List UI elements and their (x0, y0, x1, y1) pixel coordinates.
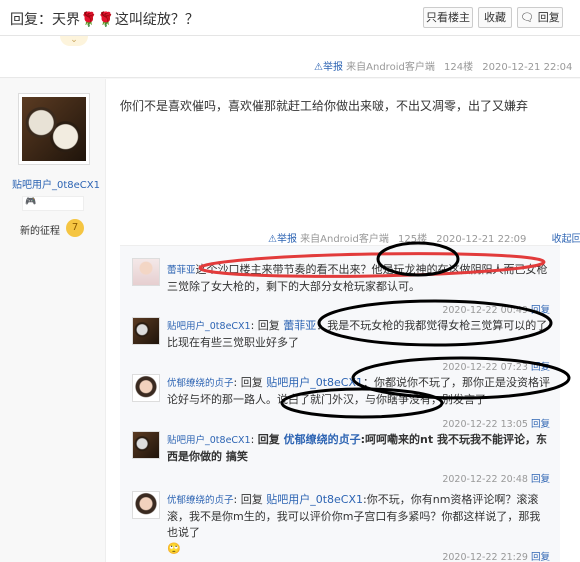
reply-prefix: 回复 (257, 433, 280, 446)
user-badge: 🎮 (22, 196, 84, 211)
reply-link[interactable]: 回复 (531, 305, 550, 316)
coffee-avatar-image (22, 97, 86, 161)
author-panel: 贴吧用户_0t8eCX1 🎮 新的征程 7 (0, 79, 106, 562)
source-label: 来自Android客户端 (346, 62, 435, 73)
reply-author[interactable]: 蕾菲亚 (167, 265, 196, 276)
reply-author[interactable]: 优郁缭绕的贞子 (167, 378, 234, 389)
post-125-meta: ⚠举报 来自Android客户端 125楼 2020-12-21 22:09 收… (268, 230, 580, 245)
reply-button[interactable]: 🗨 回复 (517, 7, 563, 28)
reply-time: 2020-12-22 07:23 (442, 362, 528, 373)
favorite-button[interactable]: 收藏 (478, 7, 512, 28)
reply-author[interactable]: 贴吧用户_0t8eCX1 (167, 435, 251, 446)
reply-time: 2020-12-22 00:49 (442, 305, 528, 316)
report-link[interactable]: ⚠举报 (268, 234, 297, 245)
reply-link[interactable]: 回复 (531, 419, 550, 430)
reply-target[interactable]: 贴吧用户_0t8eCX1 (266, 493, 363, 506)
avatar[interactable] (132, 491, 160, 519)
reply-link[interactable]: 回复 (531, 362, 550, 373)
thread-header: 回复：天界🌹🌹这叫绽放？？ 只看楼主 收藏 🗨 回复 (0, 0, 580, 36)
post-125: 贴吧用户_0t8eCX1 🎮 新的征程 7 你们不是喜欢催吗，喜欢催那就赶工给你… (0, 79, 580, 562)
chevron-down-icon[interactable]: ⌄ (60, 36, 88, 46)
warning-icon: ⚠ (268, 234, 277, 245)
avatar[interactable] (132, 431, 160, 459)
warning-icon: ⚠ (314, 62, 323, 73)
reply-link[interactable]: 回复 (531, 552, 550, 562)
emoji-icon: 🙄 (167, 542, 181, 555)
reply-target[interactable]: 蕾菲亚 (283, 319, 316, 332)
reply-time: 2020-12-22 21:29 (442, 552, 528, 562)
reply-target[interactable]: 优郁缭绕的贞子 (284, 433, 361, 446)
floor-label: 124楼 (444, 62, 474, 73)
collapse-replies-link[interactable]: 收起回复 (552, 234, 580, 245)
reply-target[interactable]: 贴吧用户_0t8eCX1 (266, 376, 363, 389)
reply-prefix: 回复 (257, 319, 280, 332)
level-label: 新的征程 (20, 226, 60, 237)
thread-title: 回复：天界🌹🌹这叫绽放？？ (10, 12, 199, 28)
author-avatar[interactable] (18, 93, 90, 165)
post-content: 你们不是喜欢催吗，喜欢催那就赶工给你做出来啵，不出又凋零，出了又嫌弃 (120, 99, 529, 113)
reply-prefix: 回复 (240, 376, 263, 389)
avatar[interactable] (132, 374, 160, 402)
only-author-button[interactable]: 只看楼主 (423, 7, 473, 28)
avatar[interactable] (132, 258, 160, 286)
floor-label: 125楼 (398, 234, 428, 245)
comment-icon: 🗨 (520, 11, 535, 24)
level-badge-icon: 7 (66, 219, 84, 237)
report-link[interactable]: ⚠举报 (314, 62, 343, 73)
reply-author[interactable]: 贴吧用户_0t8eCX1 (167, 321, 251, 332)
reply-link[interactable]: 回复 (531, 474, 550, 485)
reply-time: 2020-12-22 13:05 (442, 419, 528, 430)
reply-author[interactable]: 优郁缭绕的贞子 (167, 495, 234, 506)
reply-time: 2020-12-22 20:48 (442, 474, 528, 485)
reply-prefix: 回复 (240, 493, 263, 506)
reply-list: 蕾菲亚这个沙口楼主来带节奏的看不出来？他是玩龙神的在这做阴阳人而已女枪三觉除了女… (120, 245, 560, 562)
post-124-meta: ⚠举报 来自Android客户端 124楼 2020-12-21 22:04 回… (314, 58, 580, 73)
post-time: 2020-12-21 22:04 (482, 62, 573, 73)
reply-button-label: 回复 (537, 11, 560, 24)
source-label: 来自Android客户端 (300, 234, 389, 245)
reply-text: 这个沙口楼主来带节奏的看不出来？他是玩龙神的在这做阴阳人而已女枪三觉除了女大枪的… (167, 263, 548, 293)
author-name[interactable]: 贴吧用户_0t8eCX1 (12, 176, 100, 191)
post-124-footer: ⌄ ⚠举报 来自Android客户端 124楼 2020-12-21 22:04… (0, 36, 580, 78)
avatar[interactable] (132, 317, 160, 345)
post-time: 2020-12-21 22:09 (436, 234, 527, 245)
